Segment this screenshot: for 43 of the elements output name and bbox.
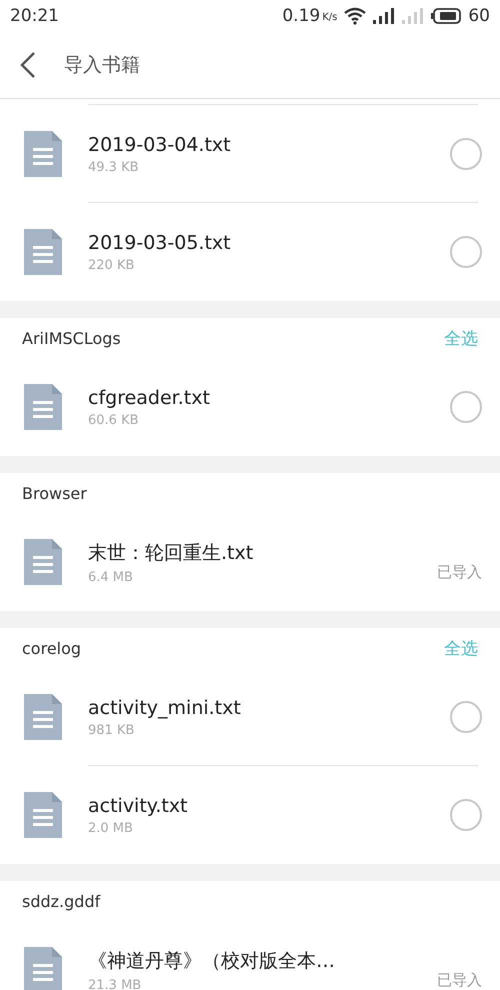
imported-status: 已导入 [437, 970, 482, 990]
file-name: cfgreader.txt [88, 386, 211, 408]
back-button[interactable] [18, 50, 38, 80]
select-radio[interactable] [450, 701, 482, 733]
select-radio[interactable] [450, 138, 482, 170]
select-all-button[interactable]: 全选 [444, 636, 478, 660]
speed-unit: K/s [322, 12, 338, 23]
file-name: 末世：轮回重生.txt [88, 540, 254, 566]
document-icon [24, 229, 62, 275]
signal-icon [402, 8, 424, 24]
document-icon [24, 792, 62, 838]
page-title: 导入书籍 [64, 53, 140, 78]
network-speed: 0.19 [282, 6, 320, 26]
file-size: 2.0 MB [88, 820, 134, 836]
file-size: 60.6 KB [88, 412, 140, 428]
file-name: 《神道丹尊》（校对版全本… [88, 948, 336, 974]
folder-name: Browser [22, 484, 87, 502]
wifi-icon [344, 7, 366, 25]
select-all-button[interactable]: 全选 [444, 326, 478, 350]
file-name: 2019-03-05.txt [88, 232, 232, 254]
file-size: 981 KB [88, 722, 136, 738]
file-size: 6.4 MB [88, 570, 134, 584]
file-name: activity_mini.txt [88, 696, 242, 718]
signal-icon [373, 8, 396, 24]
file-size: 49.3 KB [88, 160, 140, 174]
document-icon [24, 131, 62, 177]
file-name: 2019-03-04.txt [88, 134, 232, 156]
folder-name: sddz.gddf [22, 892, 100, 910]
select-radio[interactable] [450, 391, 482, 423]
battery-level: 60 [468, 6, 490, 26]
folder-name: AriIMSCLogs [22, 328, 121, 348]
select-radio[interactable] [450, 236, 482, 268]
file-size: 220 KB [88, 258, 136, 272]
document-icon [24, 539, 62, 585]
document-icon [24, 384, 62, 430]
file-name: activity.txt [88, 794, 189, 816]
document-icon [24, 694, 62, 740]
file-size: 21.3 MB [88, 978, 142, 990]
folder-name: corelog [22, 638, 82, 658]
imported-status: 已导入 [437, 562, 482, 582]
select-radio[interactable] [450, 799, 482, 831]
battery-icon [431, 8, 462, 24]
clock-time: 20:21 [10, 6, 59, 26]
